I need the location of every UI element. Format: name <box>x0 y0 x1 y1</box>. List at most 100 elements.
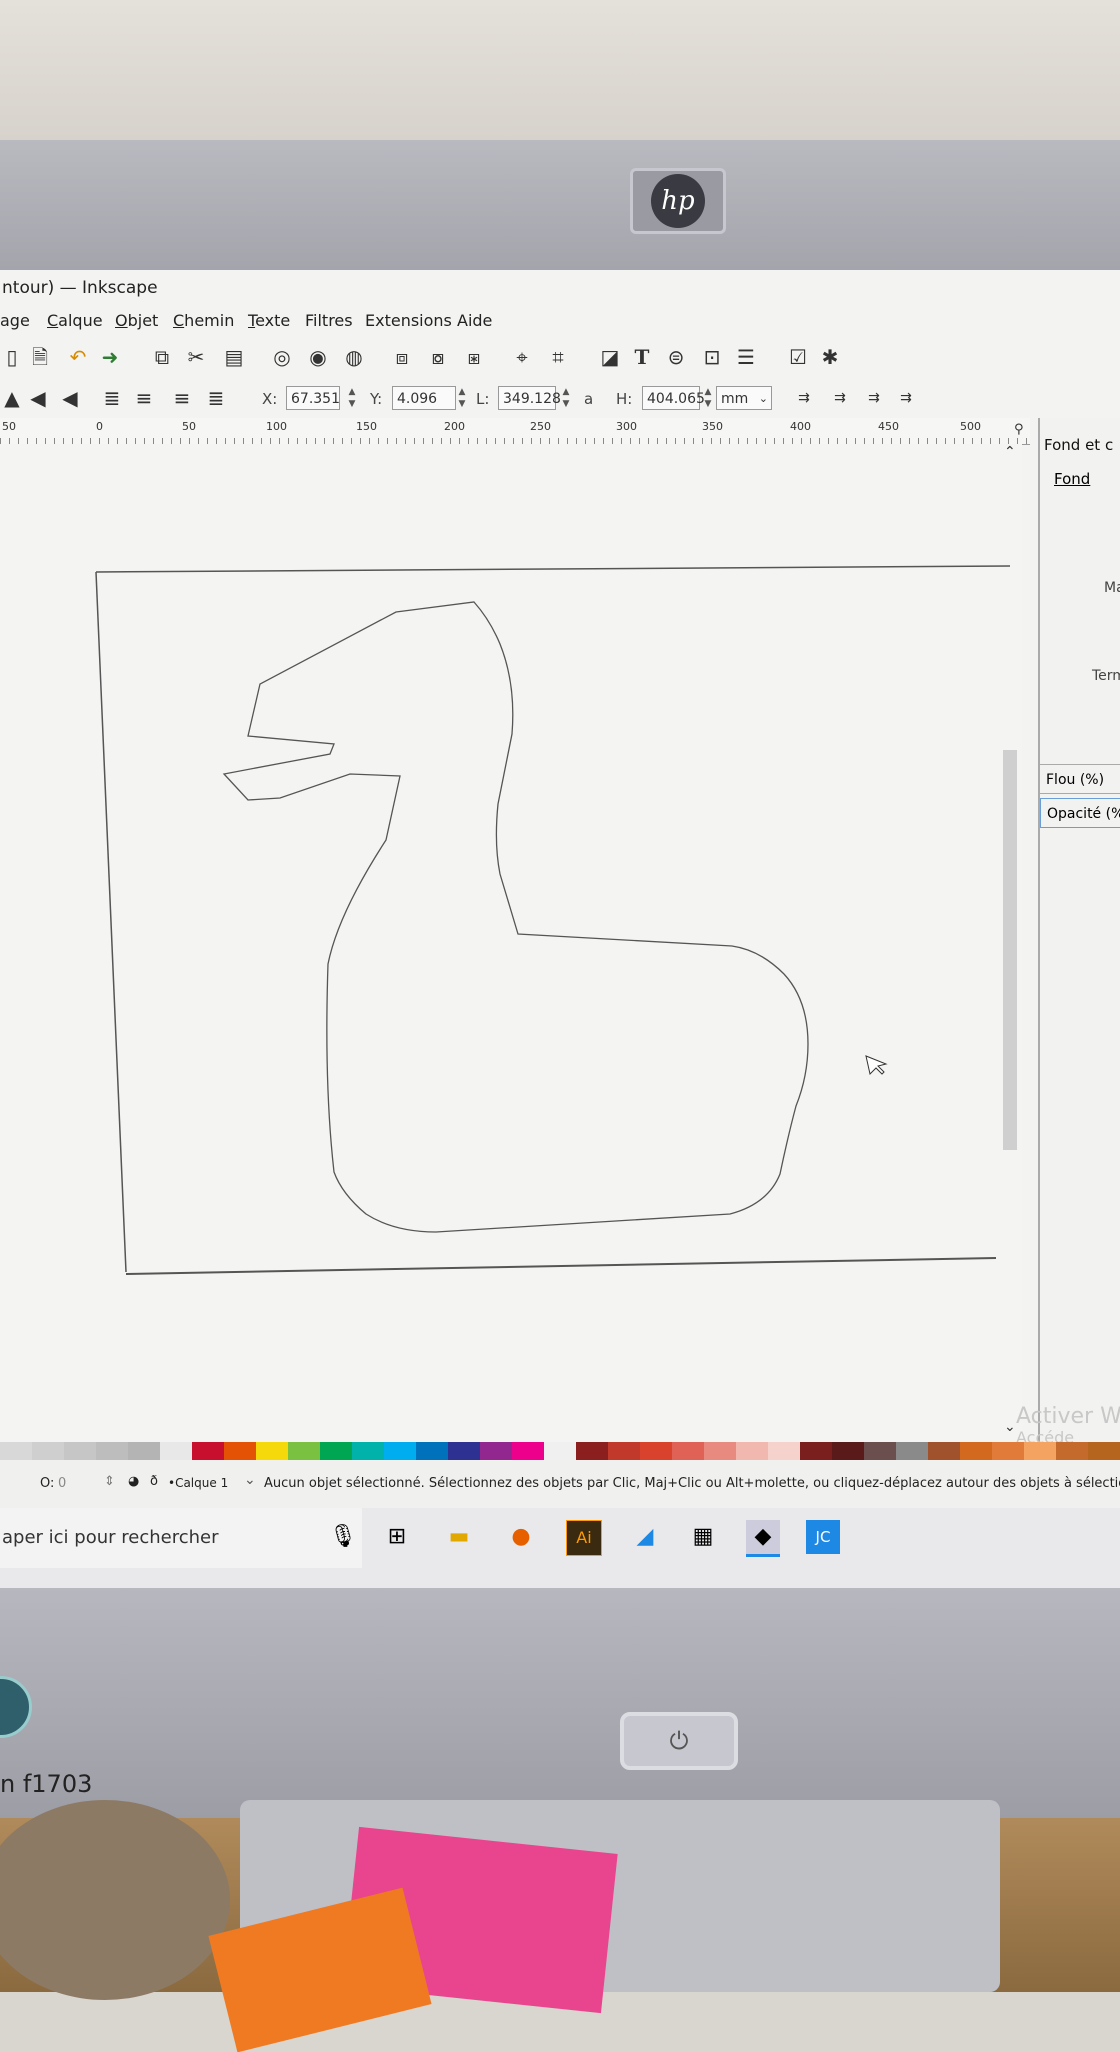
taskbar-search-box[interactable]: aper ici pour rechercher <box>0 1508 362 1568</box>
calculator-icon[interactable]: ▦ <box>686 1520 720 1554</box>
palette-swatch[interactable] <box>320 1442 352 1460</box>
opacity-status-value[interactable]: 0 <box>58 1476 66 1491</box>
menu-page[interactable]: age <box>0 311 30 330</box>
palette-swatch[interactable] <box>64 1442 96 1460</box>
vertical-scrollbar-thumb[interactable] <box>1003 750 1017 1150</box>
tab-fond[interactable]: Fond <box>1054 470 1090 488</box>
xml-editor-icon[interactable]: ⊡ <box>700 345 724 369</box>
raise-icon[interactable]: ≡ <box>132 386 156 410</box>
duplicate-icon[interactable]: ⧉ <box>150 345 174 369</box>
save-icon[interactable]: 🗎 <box>28 345 52 369</box>
palette-swatch[interactable] <box>576 1442 608 1460</box>
palette-swatch[interactable] <box>672 1442 704 1460</box>
document-properties-icon[interactable]: ☑ <box>786 345 810 369</box>
current-layer[interactable]: •Calque 1 <box>168 1476 228 1490</box>
palette-swatch[interactable] <box>96 1442 128 1460</box>
palette-swatch[interactable] <box>864 1442 896 1460</box>
preferences-icon[interactable]: ✱ <box>818 345 842 369</box>
palette-swatch[interactable] <box>928 1442 960 1460</box>
rotate-icon[interactable]: ◀ <box>58 386 82 410</box>
width-input[interactable]: 349.128 <box>498 386 561 410</box>
task-view-icon[interactable]: ⊞ <box>380 1520 414 1554</box>
height-input[interactable]: 404.065 <box>642 386 705 410</box>
palette-swatch[interactable] <box>512 1442 544 1460</box>
transform-icon[interactable]: ⌗ <box>546 345 570 369</box>
palette-swatch[interactable] <box>800 1442 832 1460</box>
menu-aide[interactable]: Aide <box>457 311 492 330</box>
drawing-canvas[interactable]: ⌃ ⌄ <box>0 444 1022 1444</box>
laptop-icon[interactable]: ◢ <box>628 1520 662 1554</box>
zoom-drawing-icon[interactable]: ◉ <box>306 345 330 369</box>
new-document-icon[interactable]: ▯ <box>0 345 24 369</box>
palette-swatch[interactable] <box>480 1442 512 1460</box>
x-spinner[interactable]: ▲ ▼ <box>346 386 358 410</box>
chevron-down-icon[interactable]: ⌄ <box>244 1472 256 1488</box>
menu-calque[interactable]: Calque <box>47 311 103 330</box>
palette-swatch[interactable] <box>416 1442 448 1460</box>
move-gradients-icon[interactable]: ⇉ <box>862 386 886 410</box>
menu-chemin[interactable]: Chemin <box>173 311 234 330</box>
lock-icon[interactable]: ð <box>150 1474 158 1489</box>
y-input[interactable]: 4.096 <box>392 386 456 410</box>
cut-icon[interactable]: ✂ <box>184 345 208 369</box>
redo-icon[interactable]: ➜ <box>98 345 122 369</box>
y-spinner[interactable]: ▲ ▼ <box>456 386 468 410</box>
fill-stroke-icon[interactable]: ◪ <box>598 345 622 369</box>
group-icon[interactable]: ⧇ <box>426 345 450 369</box>
opacity-spinner-icon[interactable]: ⇕ <box>104 1474 115 1489</box>
menu-objet[interactable]: Objet <box>115 311 158 330</box>
palette-swatch[interactable] <box>1024 1442 1056 1460</box>
file-explorer-icon[interactable]: ▬ <box>442 1520 476 1554</box>
lock-proportions-icon[interactable]: a <box>584 390 593 408</box>
palette-swatch[interactable] <box>160 1442 192 1460</box>
palette-swatch[interactable] <box>1056 1442 1088 1460</box>
palette-swatch[interactable] <box>128 1442 160 1460</box>
text-tool-icon[interactable]: T <box>630 345 654 369</box>
move-patterns-icon[interactable]: ⇉ <box>894 386 918 410</box>
palette-swatch[interactable] <box>224 1442 256 1460</box>
jc-app-icon[interactable]: JC <box>806 1520 840 1554</box>
scroll-down-icon[interactable]: ⌄ <box>1004 1419 1016 1435</box>
lower-to-bottom-icon[interactable]: ≣ <box>204 386 228 410</box>
palette-swatch[interactable] <box>544 1442 576 1460</box>
palette-swatch[interactable] <box>960 1442 992 1460</box>
palette-swatch[interactable] <box>32 1442 64 1460</box>
zoom-selection-icon[interactable]: ◎ <box>270 345 294 369</box>
node-edit-icon[interactable]: ⌖ <box>510 345 534 369</box>
palette-swatch[interactable] <box>704 1442 736 1460</box>
palette-swatch[interactable] <box>0 1442 32 1460</box>
palette-swatch[interactable] <box>256 1442 288 1460</box>
palette-swatch[interactable] <box>896 1442 928 1460</box>
palette-swatch[interactable] <box>352 1442 384 1460</box>
palette-swatch[interactable] <box>640 1442 672 1460</box>
flip-vertical-icon[interactable]: ◀ <box>26 386 50 410</box>
palette-swatch[interactable] <box>192 1442 224 1460</box>
palette-swatch[interactable] <box>448 1442 480 1460</box>
eye-icon[interactable]: ◕ <box>128 1474 139 1489</box>
microphone-icon[interactable]: 🎙 <box>326 1520 360 1554</box>
firefox-icon[interactable]: ● <box>504 1520 538 1554</box>
scale-corners-icon[interactable]: ⇉ <box>828 386 852 410</box>
width-spinner[interactable]: ▲ ▼ <box>560 386 572 410</box>
clone-icon[interactable]: ⧈ <box>390 345 414 369</box>
ungroup-icon[interactable]: ⧆ <box>462 345 486 369</box>
illustrator-icon[interactable]: Ai <box>566 1520 602 1556</box>
flip-horizontal-icon[interactable]: ▲ <box>0 386 24 410</box>
color-palette[interactable] <box>0 1442 1120 1460</box>
menu-extensions[interactable]: Extensions <box>365 311 452 330</box>
palette-swatch[interactable] <box>1088 1442 1120 1460</box>
layers-icon[interactable]: ⊜ <box>664 345 688 369</box>
palette-swatch[interactable] <box>608 1442 640 1460</box>
scroll-up-icon[interactable]: ⌃ <box>1004 444 1016 460</box>
height-spinner[interactable]: ▲ ▼ <box>702 386 714 410</box>
lower-icon[interactable]: ≡ <box>170 386 194 410</box>
swan-outline-path[interactable] <box>222 601 809 1233</box>
palette-swatch[interactable] <box>768 1442 800 1460</box>
raise-to-top-icon[interactable]: ≣ <box>100 386 124 410</box>
palette-swatch[interactable] <box>384 1442 416 1460</box>
menu-texte[interactable]: Texte <box>248 311 290 330</box>
palette-swatch[interactable] <box>832 1442 864 1460</box>
power-button[interactable]: ⏻ <box>620 1712 738 1770</box>
inkscape-icon[interactable]: ◆ <box>746 1520 780 1557</box>
paste-icon[interactable]: ▤ <box>222 345 246 369</box>
